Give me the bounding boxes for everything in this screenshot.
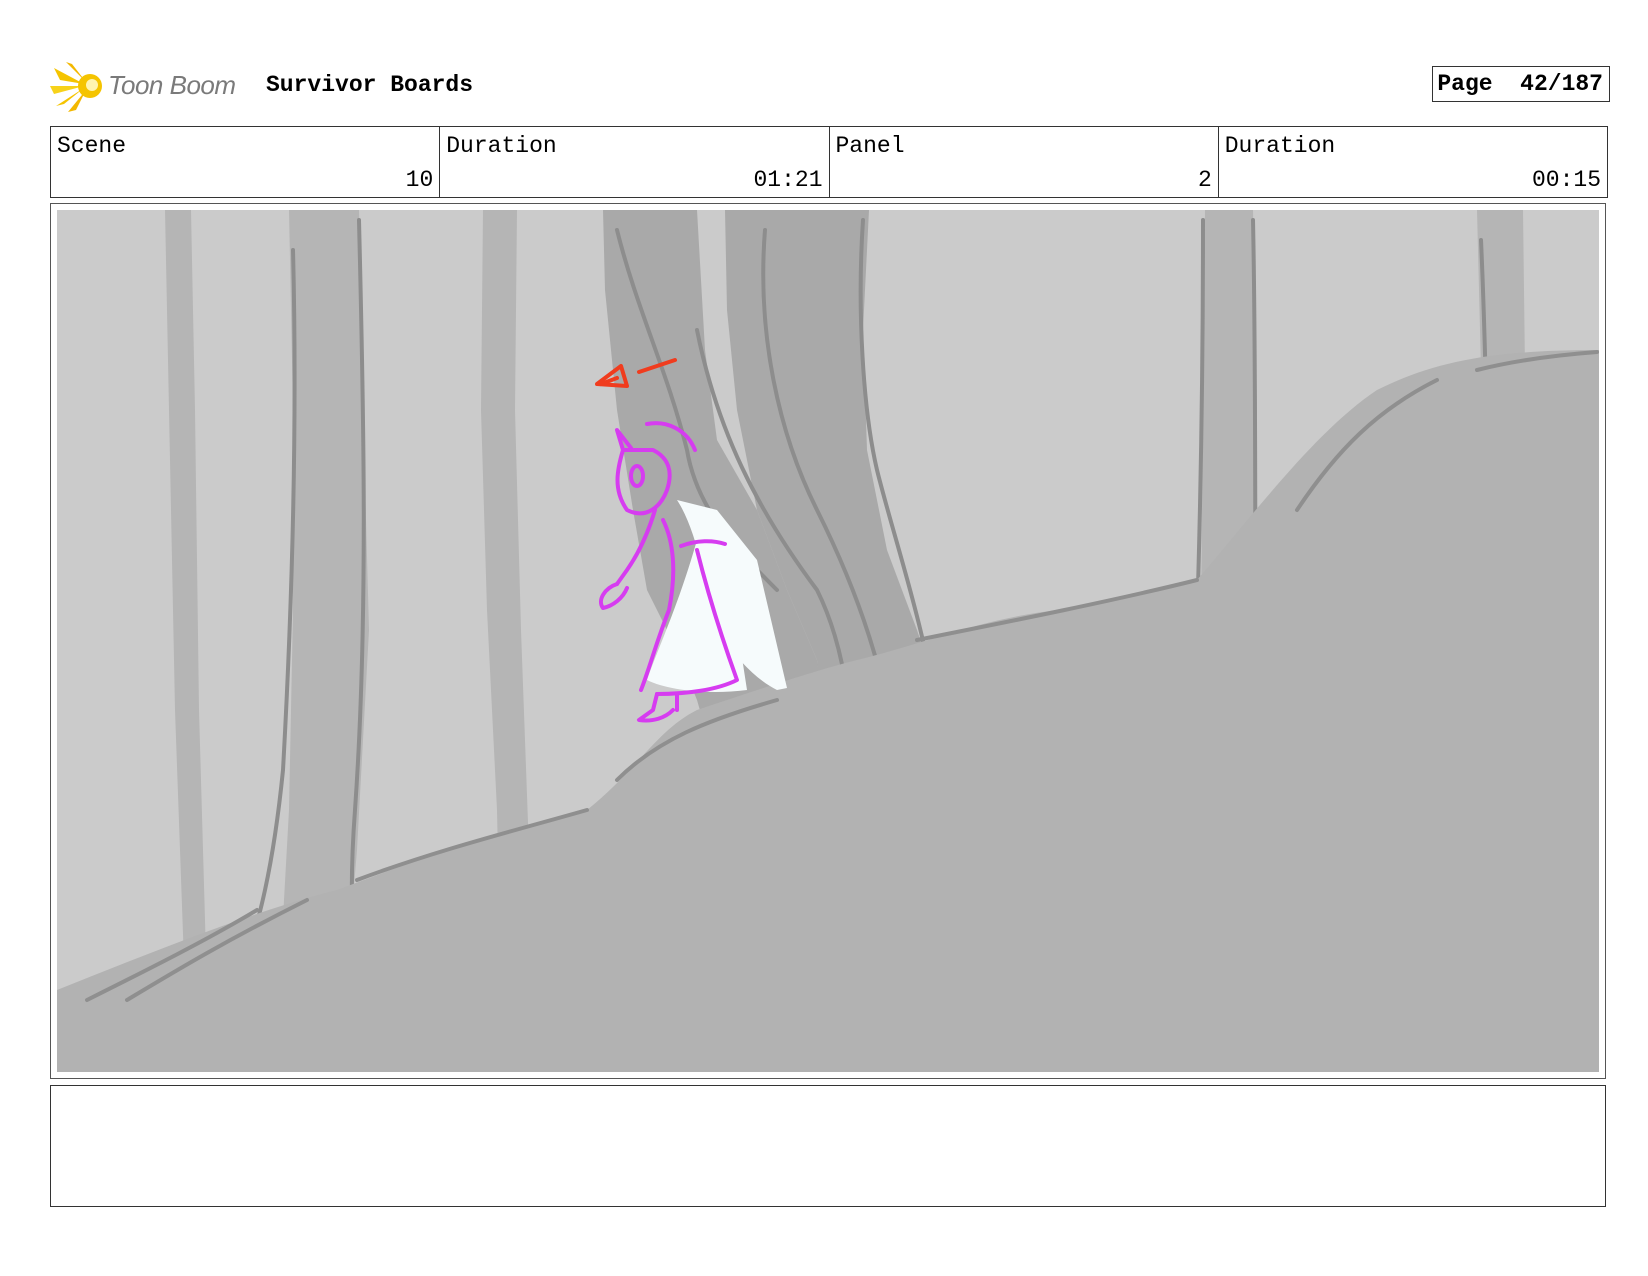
scene-duration-label: Duration xyxy=(446,133,557,159)
scene-duration-cell: Duration 01:21 xyxy=(439,127,828,197)
panel-cell: Panel 2 xyxy=(828,127,1218,197)
panel-duration-cell: Duration 00:15 xyxy=(1217,127,1607,197)
page-label: Page xyxy=(1437,71,1493,97)
panel-duration-value: 00:15 xyxy=(1531,167,1601,193)
logo-wordmark: Toon Boom xyxy=(108,70,236,100)
toon-boom-logo: Toon Boom xyxy=(50,58,260,114)
panel-info-table: Scene 10 Duration 01:21 Panel 2 Duration… xyxy=(50,126,1608,198)
storyboard-panel xyxy=(50,203,1606,1079)
scene-duration-value: 01:21 xyxy=(753,167,823,193)
starburst-logo-icon xyxy=(50,62,102,112)
page-number: 42/187 xyxy=(1520,71,1603,97)
panel-value: 2 xyxy=(1197,167,1212,193)
scene-label: Scene xyxy=(57,133,127,159)
panel-label: Panel xyxy=(835,133,905,159)
panel-duration-label: Duration xyxy=(1224,133,1336,159)
project-title: Survivor Boards xyxy=(266,72,474,98)
panel-drawing xyxy=(57,210,1599,1072)
page-header: Toon Boom Survivor Boards Page 42/187 xyxy=(50,58,1610,114)
panel-notes-box[interactable] xyxy=(50,1085,1606,1207)
scene-cell: Scene 10 xyxy=(51,127,439,197)
scene-value: 10 xyxy=(405,167,434,193)
page-indicator: Page 42/187 xyxy=(1432,66,1610,102)
